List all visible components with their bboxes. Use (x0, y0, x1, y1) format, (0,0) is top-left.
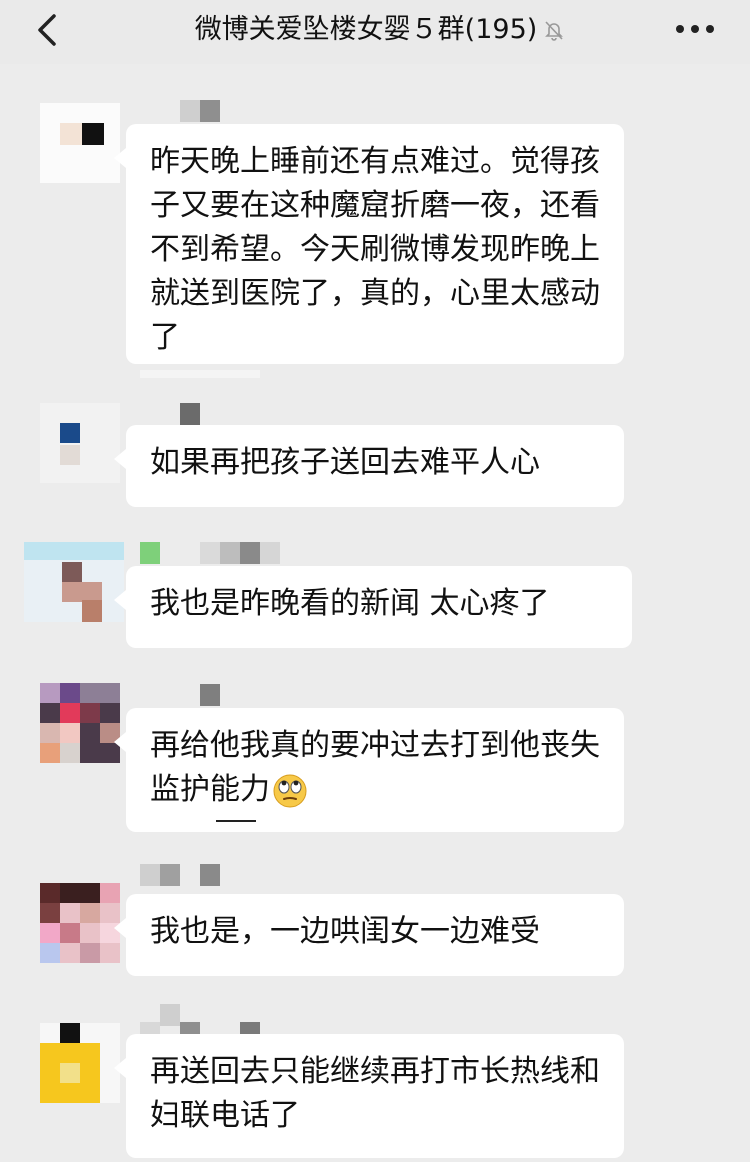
sender-name-blurred (200, 684, 220, 706)
message-bubble[interactable]: 再送回去只能继续再打市长热线和妇联电话了 (114, 1034, 624, 1158)
more-button[interactable] (672, 14, 718, 44)
message-text: 昨天晚上睡前还有点难过。觉得孩子又要在这种魔窟折磨一夜，还看不到希望。今天刷微博… (150, 144, 600, 355)
avatar[interactable] (40, 1023, 120, 1103)
chat-title: 微博关爱坠楼女婴５群(195) (194, 14, 538, 45)
message-bubble[interactable]: 再给他我真的要冲过去打到他丧失监护能力 (114, 708, 624, 832)
sender-name-blurred (180, 100, 220, 122)
divider-ghost (140, 370, 260, 378)
sender-name-blurred (140, 542, 280, 564)
message-bubble[interactable]: 我也是，一边哄闺女一边难受 (114, 894, 624, 976)
avatar[interactable] (40, 883, 120, 963)
chat-title-area[interactable]: 微博关爱坠楼女婴５群(195) (150, 10, 610, 50)
more-dots-icon (676, 25, 714, 33)
back-button[interactable] (30, 10, 70, 50)
message-text: 再给他我真的要冲过去打到他丧失监护能力 (150, 728, 600, 807)
divider-ghost (216, 820, 256, 822)
chevron-left-icon (38, 14, 56, 46)
message-bubble[interactable]: 如果再把孩子送回去难平人心 (114, 425, 624, 507)
avatar[interactable] (40, 403, 120, 483)
bell-muted-icon (545, 21, 564, 41)
chat-header: 微博关爱坠楼女婴５群(195) (0, 0, 750, 64)
avatar[interactable] (40, 683, 120, 763)
sender-name-blurred (180, 403, 200, 425)
message-text: 我也是昨晚看的新闻 太心疼了 (150, 586, 550, 621)
message-bubble[interactable]: 我也是昨晚看的新闻 太心疼了 (114, 566, 632, 648)
message-text: 我也是，一边哄闺女一边难受 (150, 914, 540, 949)
avatar[interactable] (24, 542, 124, 622)
sender-name-blurred (140, 864, 220, 886)
avatar[interactable] (40, 103, 120, 183)
message-text: 再送回去只能继续再打市长热线和妇联电话了 (150, 1054, 600, 1133)
message-text: 如果再把孩子送回去难平人心 (150, 445, 540, 480)
sender-name-blurred (140, 1004, 260, 1044)
message-bubble[interactable]: 昨天晚上睡前还有点难过。觉得孩子又要在这种魔窟折磨一夜，还看不到希望。今天刷微博… (114, 124, 624, 364)
eye-roll-emoji-icon (273, 774, 307, 807)
